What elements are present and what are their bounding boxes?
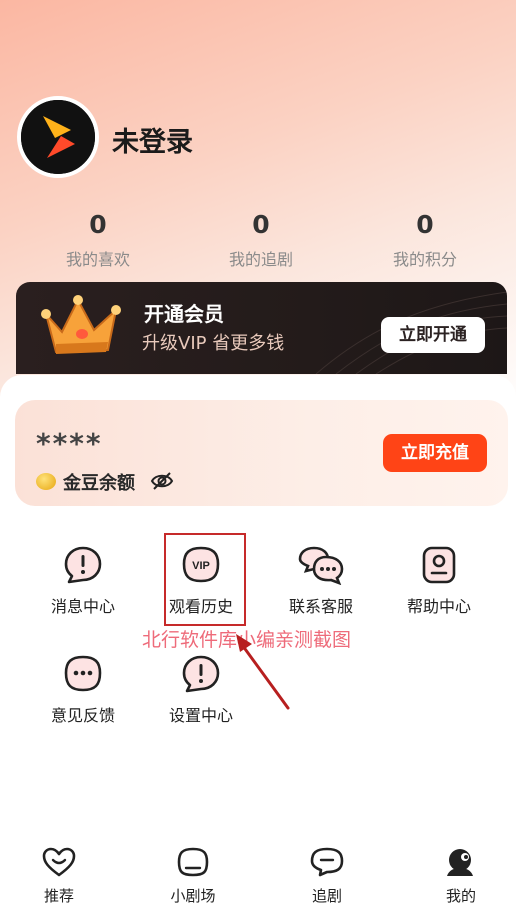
tab-recommend-label: 推荐 [43, 887, 74, 905]
stat-follows[interactable]: 0 我的追剧 [201, 210, 321, 270]
feedback-icon [64, 655, 102, 692]
gold-balance-card: **** 金豆余额 立即充值 [15, 400, 508, 506]
grid-feedback-label: 意见反馈 [50, 706, 115, 725]
profile-icon [447, 849, 473, 876]
tab-mine[interactable]: 我的 [411, 847, 511, 906]
stat-points[interactable]: 0 我的积分 [365, 210, 485, 270]
annotation-arrow-icon [236, 634, 290, 710]
stat-follows-value: 0 [252, 210, 270, 239]
vip-banner[interactable]: 开通会员 升级VIP 省更多钱 立即开通 [16, 282, 507, 374]
grid-help-center[interactable]: 帮助中心 [380, 545, 498, 617]
grid-help-label: 帮助中心 [406, 597, 471, 616]
balance-masked-value: **** [36, 427, 103, 460]
tab-mine-label: 我的 [445, 887, 476, 905]
heart-face-icon [42, 847, 76, 877]
eye-hidden-icon[interactable] [150, 470, 174, 492]
message-icon [64, 546, 102, 584]
play-logo-icon [21, 100, 95, 174]
user-name[interactable]: 未登录 [112, 120, 193, 159]
recharge-button[interactable]: 立即充值 [383, 434, 487, 472]
stat-likes[interactable]: 0 我的喜欢 [38, 210, 158, 270]
tab-theater-label: 小剧场 [170, 887, 216, 905]
stat-follows-label: 我的追剧 [228, 250, 293, 269]
help-icon [422, 546, 456, 584]
vip-subtitle: 升级VIP 省更多钱 [142, 333, 285, 354]
grid-service-label: 联系客服 [288, 597, 353, 616]
vip-title: 开通会员 [144, 302, 224, 326]
app-logo-avatar[interactable] [17, 96, 99, 178]
stat-points-label: 我的积分 [392, 250, 457, 269]
tab-theater[interactable]: 小剧场 [143, 847, 243, 906]
tab-drama[interactable]: 追剧 [277, 847, 377, 906]
gold-bean-icon [36, 473, 56, 490]
balance-label: 金豆余额 [63, 473, 135, 494]
grid-customer-service[interactable]: 联系客服 [262, 545, 380, 617]
tab-recommend[interactable]: 推荐 [9, 847, 109, 906]
settings-icon [182, 655, 220, 693]
highlight-box [164, 533, 246, 626]
stat-likes-value: 0 [89, 210, 107, 239]
theater-icon [177, 847, 209, 877]
grid-feedback[interactable]: 意见反馈 [24, 654, 142, 726]
open-vip-button[interactable]: 立即开通 [381, 317, 485, 353]
stat-points-value: 0 [416, 210, 434, 239]
bottom-tab-bar: 推荐 小剧场 追剧 我的 [0, 835, 516, 907]
chat-icon [298, 546, 344, 585]
tab-drama-label: 追剧 [311, 887, 342, 905]
drama-icon [310, 847, 344, 877]
grid-message-label: 消息中心 [50, 597, 115, 616]
crown-icon [41, 295, 121, 354]
stat-likes-label: 我的喜欢 [65, 250, 130, 269]
grid-message-center[interactable]: 消息中心 [24, 545, 142, 617]
